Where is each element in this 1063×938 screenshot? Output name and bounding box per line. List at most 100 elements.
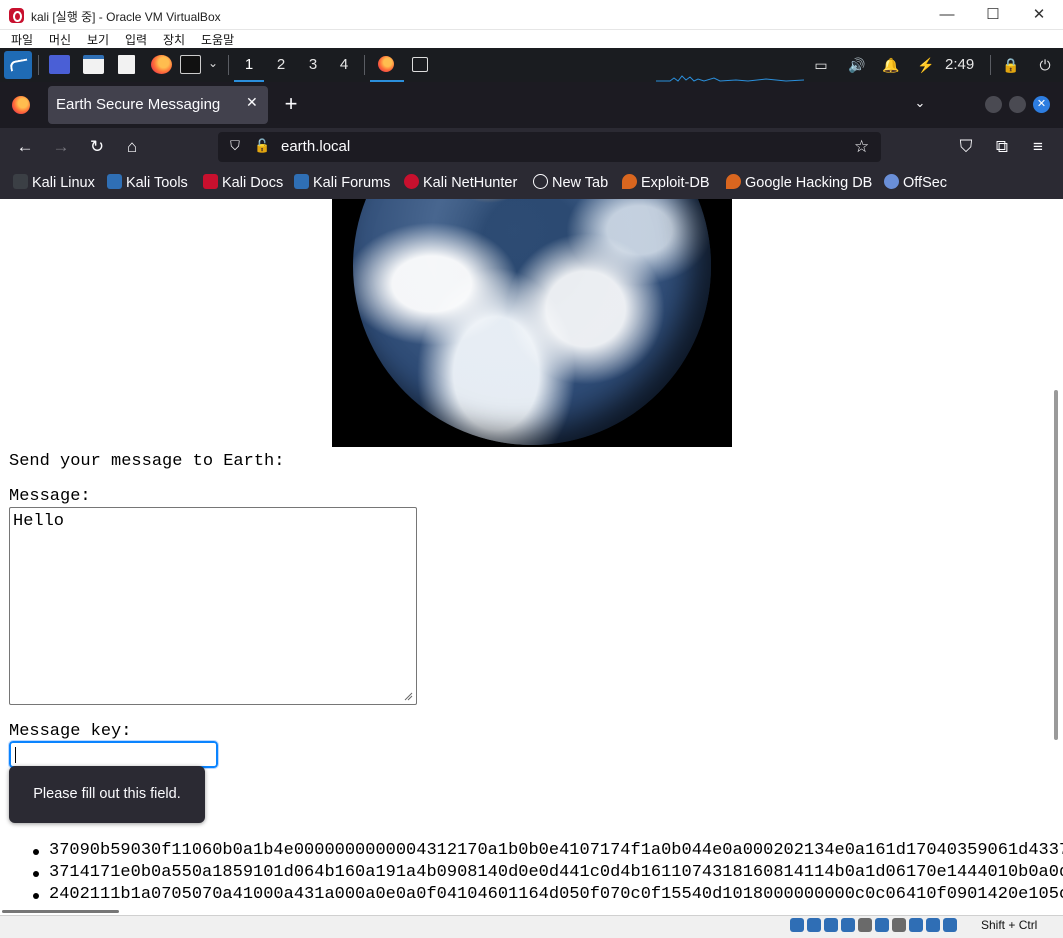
optical-drive-icon[interactable] [807,918,821,932]
display-icon[interactable] [892,918,906,932]
recording-icon[interactable] [909,918,923,932]
kali-docs-icon [203,174,218,189]
bookmark-kali-forums[interactable]: Kali Forums [294,174,390,192]
power-manager-icon[interactable]: ⚡ [917,56,935,74]
menu-devices[interactable]: 장치 [163,31,185,48]
notifications-bell-icon[interactable]: 🔔 [882,56,900,74]
firefox-launcher-icon[interactable] [151,55,172,74]
chevron-down-icon[interactable]: ⌄ [208,56,218,70]
bookmark-kali-linux[interactable]: Kali Linux [13,174,95,192]
volume-icon[interactable]: 🔊 [848,56,866,74]
validation-tooltip: Please fill out this field. [9,766,205,823]
firefox-maximize-button[interactable] [1009,96,1026,113]
taskbar-firefox-window[interactable] [370,48,404,82]
workspace-4[interactable]: 4 [329,48,359,82]
menu-help[interactable]: 도움말 [201,31,234,48]
mouse-integration-icon[interactable] [943,918,957,932]
message-textarea[interactable]: Hello [9,507,417,705]
bookmark-kali-docs[interactable]: Kali Docs [203,174,283,192]
cpu-graph [656,75,804,82]
list-all-tabs-chevron-icon[interactable]: ⌄ [909,95,931,113]
previous-messages-list: 37090b59030f11060b0a1b4e0000000000004312… [30,840,1063,906]
workspace-1[interactable]: 1 [234,48,264,82]
app-menu-hamburger-icon[interactable]: ≡ [1026,136,1050,158]
bookmark-label: New Tab [552,175,609,191]
panel-separator [38,55,39,75]
list-item: 37090b59030f11060b0a1b4e0000000000004312… [30,840,1063,862]
page-content: Send your message to Earth: Message: Hel… [0,199,1063,915]
tab-title: Earth Secure Messaging [56,96,221,113]
bookmark-kali-tools[interactable]: Kali Tools [107,174,188,192]
bookmark-label: Kali Linux [32,175,95,191]
menu-machine[interactable]: 머신 [49,31,71,48]
hard-disk-icon[interactable] [790,918,804,932]
bookmark-label: Google Hacking DB [745,175,873,191]
menu-file[interactable]: 파일 [11,31,33,48]
host-key-indicator[interactable]: Shift + Ctrl [981,918,1037,932]
new-tab-button[interactable]: + [280,93,302,115]
minimize-button[interactable]: — [924,0,970,30]
offsec-icon [884,174,899,189]
bookmark-label: Kali NetHunter [423,175,518,191]
pocket-icon[interactable]: ⛉ [954,136,978,158]
kali-top-panel: ⌄ 1 2 3 4 ▭ 🔊 🔔 ⚡ 2:49 🔒 ⏻ [0,48,1063,82]
logout-power-icon[interactable]: ⏻ [1036,56,1054,74]
url-bar[interactable]: ⛉ 🔓 earth.local ☆ [218,132,881,162]
network-adapter-icon[interactable] [841,918,855,932]
tracking-protection-shield-icon[interactable]: ⛉ [228,138,242,154]
kali-forums-icon [294,174,309,189]
firefox-close-button[interactable]: ✕ [1033,96,1050,113]
message-key-input[interactable] [8,740,219,769]
vbox-title-bar: kali [실행 중] - Oracle VM VirtualBox — ☐ ✕ [0,0,1063,30]
lock-screen-icon[interactable]: 🔒 [1002,56,1020,74]
taskbar-terminal-window-icon[interactable] [412,57,428,72]
page-prompt: Send your message to Earth: [9,452,285,471]
close-tab-icon[interactable]: ✕ [246,94,258,111]
forward-button[interactable]: → [49,136,73,158]
reload-button[interactable]: ↻ [85,136,109,158]
url-text[interactable]: earth.local [281,138,350,155]
bookmark-exploit-db[interactable]: Exploit-DB [622,174,710,192]
window-title: kali [실행 중] - Oracle VM VirtualBox [31,10,221,24]
bookmark-label: Kali Docs [222,175,284,191]
bookmark-label: Kali Tools [126,175,188,191]
home-button[interactable]: ⌂ [120,136,144,158]
maximize-button[interactable]: ☐ [970,0,1016,30]
bookmark-star-icon[interactable]: ☆ [854,137,869,157]
horizontal-scrollbar[interactable] [2,910,119,913]
firefox-view-icon[interactable] [12,96,30,114]
back-button[interactable]: ← [13,136,37,158]
firefox-minimize-button[interactable] [985,96,1002,113]
show-desktop-icon[interactable] [49,55,70,74]
bookmark-new-tab[interactable]: New Tab [533,174,608,192]
menu-view[interactable]: 보기 [87,31,109,48]
bookmark-google-hacking-db[interactable]: Google Hacking DB [726,174,872,192]
kali-menu-icon[interactable] [4,51,32,79]
vertical-scrollbar[interactable] [1054,390,1058,740]
menu-input[interactable]: 입력 [125,31,147,48]
kali-tools-icon [107,174,122,189]
earth-globe [353,199,711,445]
terminal-launcher-icon[interactable] [180,55,201,74]
close-window-button[interactable]: ✕ [1016,0,1062,30]
usb-icon[interactable] [858,918,872,932]
workspace-3[interactable]: 3 [298,48,328,82]
extensions-icon[interactable]: ⧉ [990,136,1014,158]
audio-icon[interactable] [824,918,838,932]
text-editor-icon[interactable] [118,55,135,74]
tab-earth-secure-messaging[interactable]: Earth Secure Messaging ✕ [48,86,268,124]
resize-grip-icon[interactable] [403,691,413,701]
file-manager-icon[interactable] [83,55,104,74]
bookmark-kali-nethunter[interactable]: Kali NetHunter [404,174,517,192]
shared-folders-icon[interactable] [875,918,889,932]
workspace-2[interactable]: 2 [266,48,296,82]
insecure-lock-icon[interactable]: 🔓 [254,138,270,154]
earth-image [332,199,732,447]
network-icon[interactable]: ▭ [812,56,830,74]
bookmark-offsec[interactable]: OffSec [884,174,947,192]
cpu-activity-icon[interactable] [926,918,940,932]
list-item: 2402111b1a0705070a41000a431a000a0e0a0f04… [30,884,1063,906]
virtualbox-logo-icon [9,8,24,23]
clock[interactable]: 2:49 [945,56,974,73]
list-item: 3714171e0b0a550a1859101d064b160a191a4b09… [30,862,1063,884]
